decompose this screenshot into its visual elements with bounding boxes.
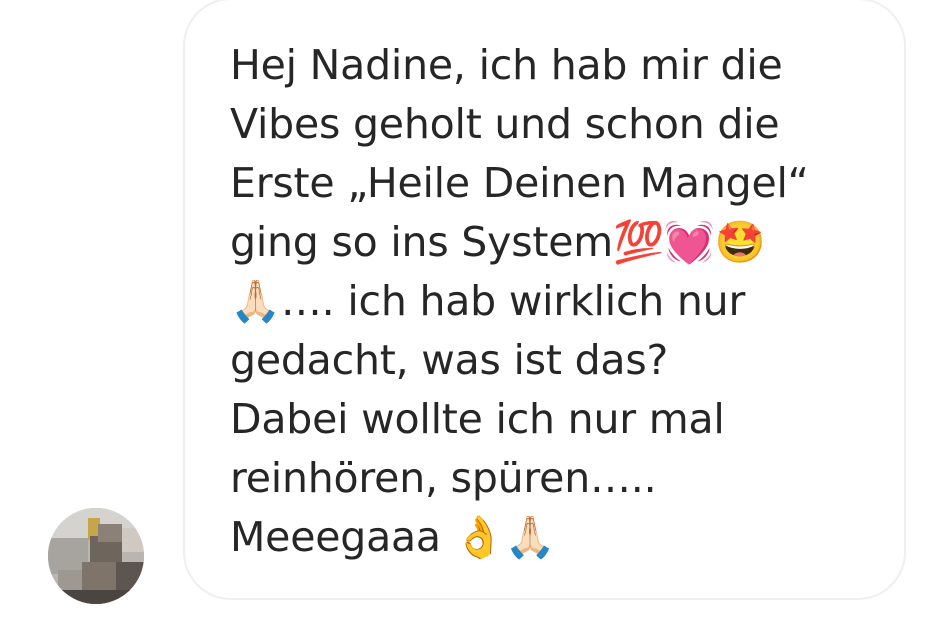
chat-thread: Hej Nadine, ich hab mir die Vibes geholt… <box>0 0 936 618</box>
sender-avatar[interactable] <box>48 508 144 604</box>
message-text: Hej Nadine, ich hab mir die Vibes geholt… <box>230 41 809 561</box>
avatar-image <box>48 508 144 604</box>
